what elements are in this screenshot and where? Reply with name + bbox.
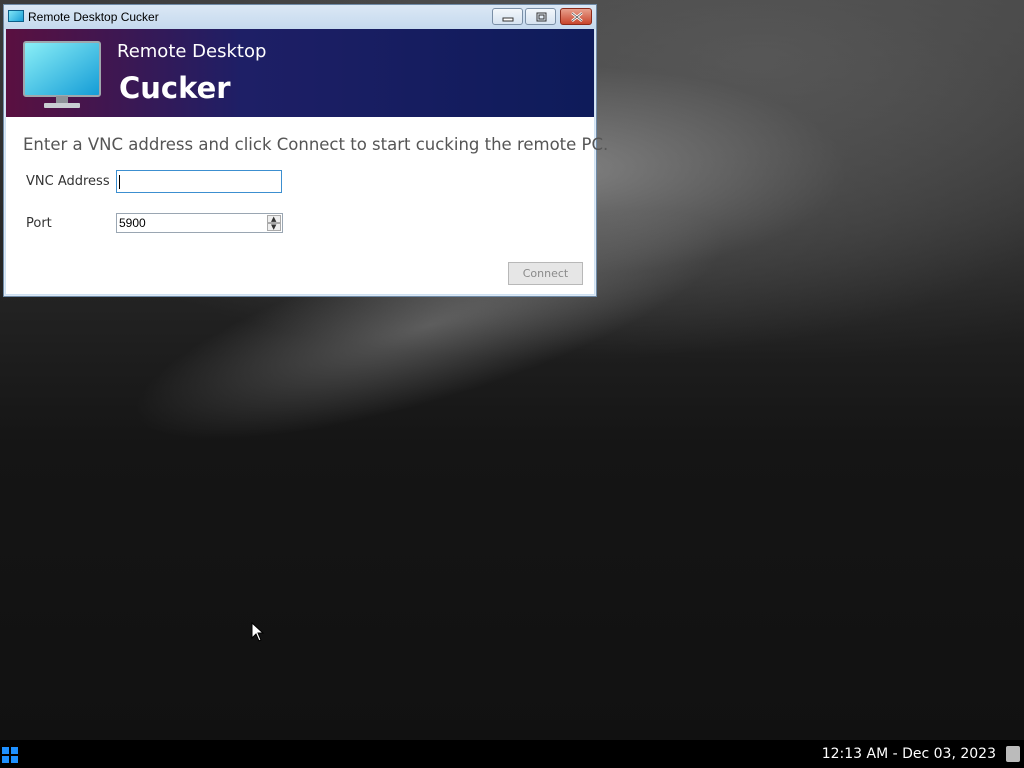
decrement-button[interactable]: ▼ (267, 223, 281, 231)
maximize-button[interactable] (525, 8, 556, 25)
instruction-text: Enter a VNC address and click Connect to… (23, 135, 609, 154)
text-caret (119, 175, 120, 189)
banner-title: Cucker (119, 71, 231, 105)
taskbar-clock[interactable]: 12:13 AM - Dec 03, 2023 (822, 746, 996, 762)
window-client-area: Remote Desktop Cucker Enter a VNC addres… (6, 29, 608, 294)
port-label: Port (26, 216, 52, 231)
mouse-cursor-icon (251, 622, 265, 642)
close-button[interactable] (560, 8, 592, 25)
windows-start-icon[interactable] (2, 747, 18, 763)
port-value[interactable]: 5900 (119, 216, 146, 230)
monitor-icon (8, 10, 24, 22)
window-title: Remote Desktop Cucker (28, 10, 159, 24)
banner-subtitle: Remote Desktop (117, 41, 267, 62)
increment-button[interactable]: ▲ (267, 215, 281, 223)
port-stepper[interactable]: 5900 ▲ ▼ (116, 213, 283, 233)
header-banner: Remote Desktop Cucker (6, 29, 594, 117)
app-window: Remote Desktop Cucker Remote Desktop Cuc… (3, 4, 608, 297)
notification-icon[interactable] (1006, 746, 1020, 762)
vnc-address-label: VNC Address (26, 174, 110, 189)
window-titlebar[interactable]: Remote Desktop Cucker (4, 5, 596, 29)
monitor-icon (23, 41, 101, 108)
chevron-down-icon: ▼ (271, 223, 277, 231)
minimize-button[interactable] (492, 8, 523, 25)
port-spinner[interactable]: ▲ ▼ (267, 215, 281, 231)
vnc-address-input[interactable] (116, 170, 282, 193)
taskbar: 12:13 AM - Dec 03, 2023 (0, 740, 1024, 768)
connect-button[interactable]: Connect (508, 262, 583, 285)
chevron-up-icon: ▲ (271, 215, 277, 223)
